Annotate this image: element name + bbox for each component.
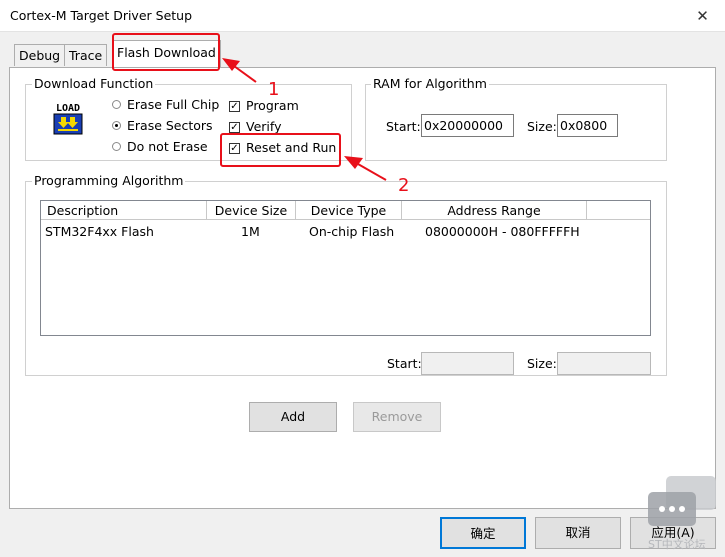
load-icon-text: LOAD — [56, 103, 80, 114]
column-header-device-size[interactable]: Device Size — [207, 201, 296, 220]
cancel-button[interactable]: 取消 — [535, 517, 621, 549]
ok-button[interactable]: 确定 — [440, 517, 526, 549]
erase-sectors-label: Erase Sectors — [127, 118, 213, 133]
row-device-type: On-chip Flash — [309, 224, 395, 239]
ram-size-input[interactable]: 0x0800 — [557, 114, 618, 137]
tab-debug[interactable]: Debug — [14, 44, 66, 66]
row-address-range: 08000000H - 080FFFFFH — [425, 224, 580, 239]
do-not-erase-radio[interactable] — [112, 142, 121, 151]
row-description: STM32F4xx Flash — [45, 224, 154, 239]
erase-sectors-radio[interactable] — [112, 121, 121, 130]
ram-for-algorithm-legend: RAM for Algorithm — [371, 76, 489, 91]
verify-checkbox[interactable]: ✓ — [229, 122, 240, 133]
do-not-erase-label: Do not Erase — [127, 139, 208, 154]
load-icon: LOAD — [53, 101, 83, 135]
algo-start-label: Start: — [387, 356, 422, 371]
algo-size-label: Size: — [527, 356, 557, 371]
program-label: Program — [246, 98, 299, 113]
add-button[interactable]: Add — [249, 402, 337, 432]
tab-trace[interactable]: Trace — [64, 44, 108, 66]
algo-size-input[interactable] — [557, 352, 651, 375]
ram-start-label: Start: — [386, 119, 421, 134]
programming-algorithm-legend: Programming Algorithm — [32, 173, 186, 188]
verify-label: Verify — [246, 119, 282, 134]
window-title: Cortex-M Target Driver Setup — [10, 8, 193, 23]
column-header-address-range[interactable]: Address Range — [402, 201, 587, 220]
algorithm-list[interactable]: Description Device Size Device Type Addr… — [40, 200, 651, 336]
ram-start-input[interactable]: 0x20000000 — [421, 114, 514, 137]
erase-full-chip-radio[interactable] — [112, 100, 121, 109]
erase-full-chip-label: Erase Full Chip — [127, 97, 220, 112]
download-function-legend: Download Function — [32, 76, 156, 91]
column-header-description[interactable]: Description — [41, 201, 207, 220]
chat-bubble-watermark-icon — [648, 476, 716, 526]
ram-size-label: Size: — [527, 119, 557, 134]
table-row[interactable]: STM32F4xx Flash 1M On-chip Flash 0800000… — [41, 222, 650, 242]
row-device-size: 1M — [241, 224, 260, 239]
annotation-box-reset-and-run — [220, 133, 341, 167]
column-header-device-type[interactable]: Device Type — [296, 201, 402, 220]
annotation-number-1: 1 — [268, 79, 280, 100]
watermark-text: ST中文论坛 — [648, 538, 706, 551]
annotation-box-flash-download — [112, 33, 220, 71]
column-header-filler — [587, 201, 650, 220]
annotation-number-2: 2 — [398, 175, 410, 196]
close-icon: ✕ — [696, 6, 709, 25]
close-button[interactable]: ✕ — [680, 0, 725, 31]
remove-button[interactable]: Remove — [353, 402, 441, 432]
program-checkbox[interactable]: ✓ — [229, 101, 240, 112]
algo-start-input[interactable] — [421, 352, 514, 375]
